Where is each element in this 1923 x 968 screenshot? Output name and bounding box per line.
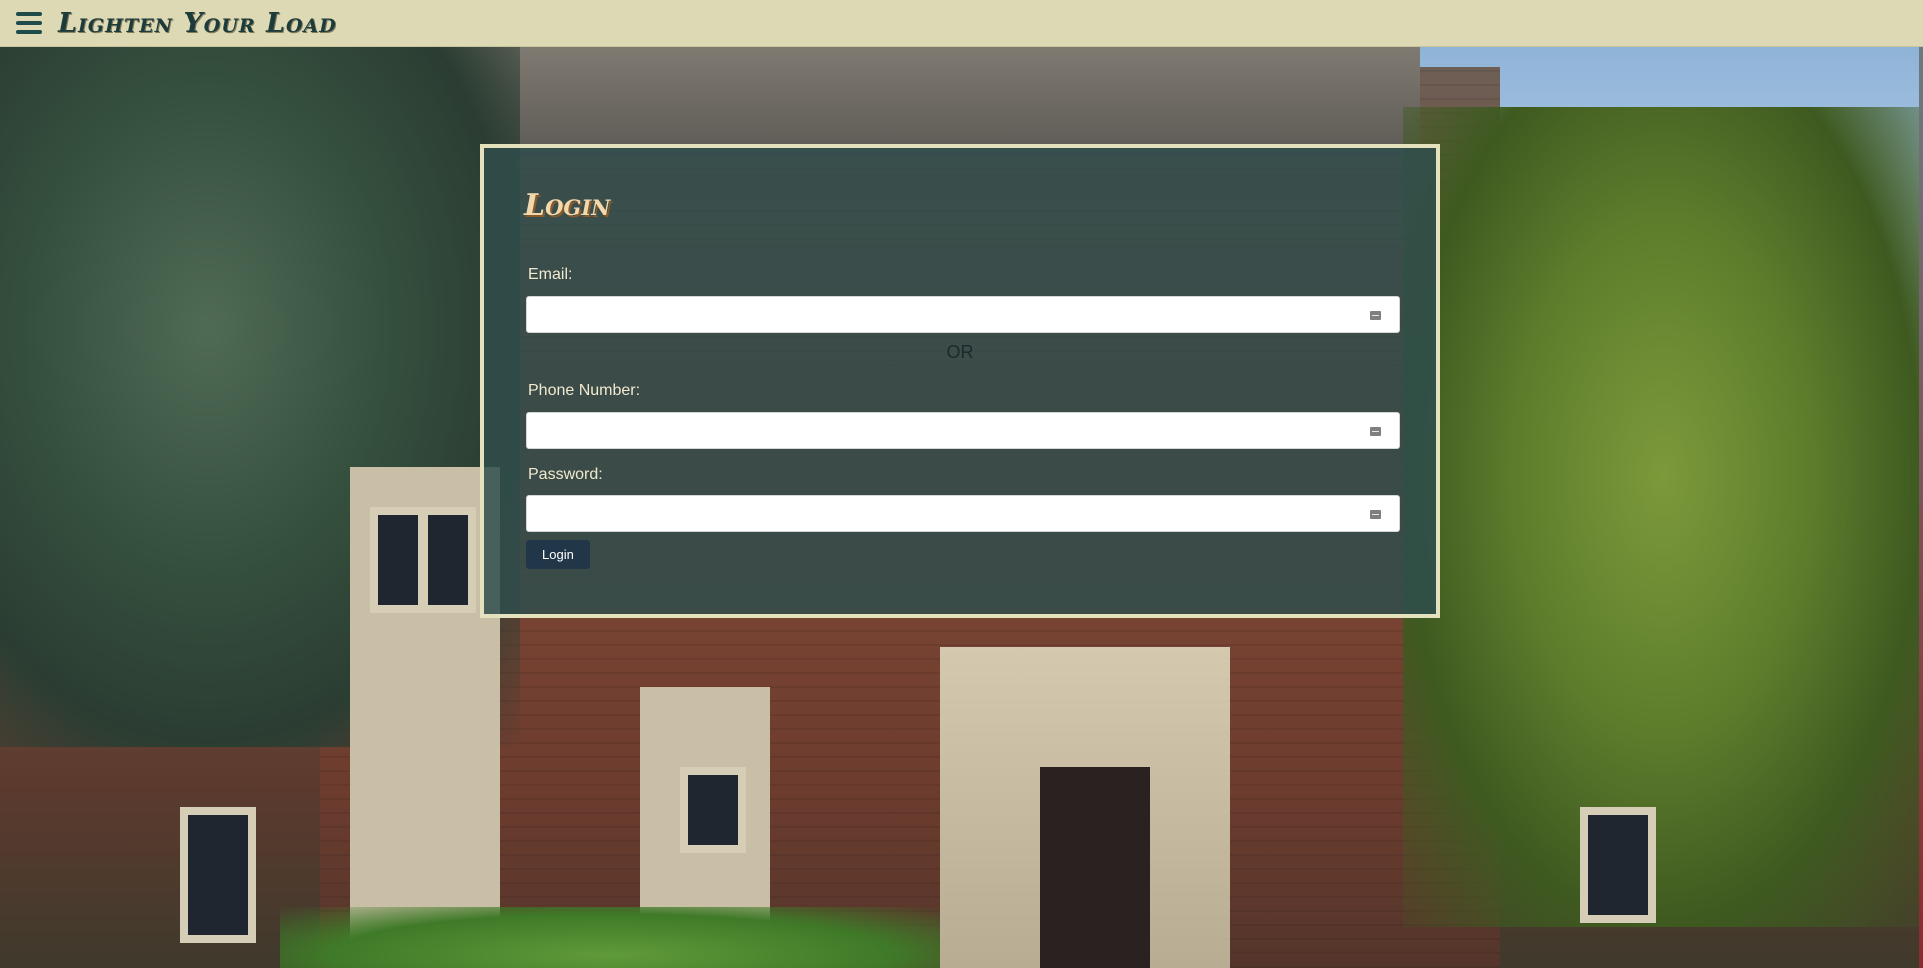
page-edge [1919, 47, 1923, 968]
keyboard-icon[interactable] [1370, 510, 1381, 519]
window [680, 767, 746, 853]
login-panel: Login Email: OR Phone Number: Password: … [480, 144, 1440, 618]
or-divider: OR [946, 342, 974, 362]
hedge [280, 907, 940, 968]
phone-label: Phone Number: [528, 382, 641, 399]
keyboard-icon[interactable] [1370, 427, 1381, 436]
window [370, 507, 426, 613]
window [180, 807, 256, 943]
hamburger-menu-icon[interactable] [16, 12, 42, 34]
roof [420, 47, 1420, 157]
password-field[interactable] [526, 495, 1400, 532]
login-button[interactable]: Login [526, 540, 590, 569]
email-field[interactable] [526, 296, 1400, 333]
keyboard-icon[interactable] [1370, 311, 1381, 320]
login-heading: Login [524, 188, 611, 223]
window [1580, 807, 1656, 923]
right-tree [1403, 107, 1923, 927]
front-door [1040, 767, 1150, 968]
phone-number-field[interactable] [526, 412, 1400, 449]
window [420, 507, 476, 613]
top-bar: Lighten Your Load [0, 0, 1923, 47]
email-label: Email: [528, 266, 573, 283]
app-title: Lighten Your Load [58, 7, 337, 39]
password-label: Password: [528, 466, 603, 483]
